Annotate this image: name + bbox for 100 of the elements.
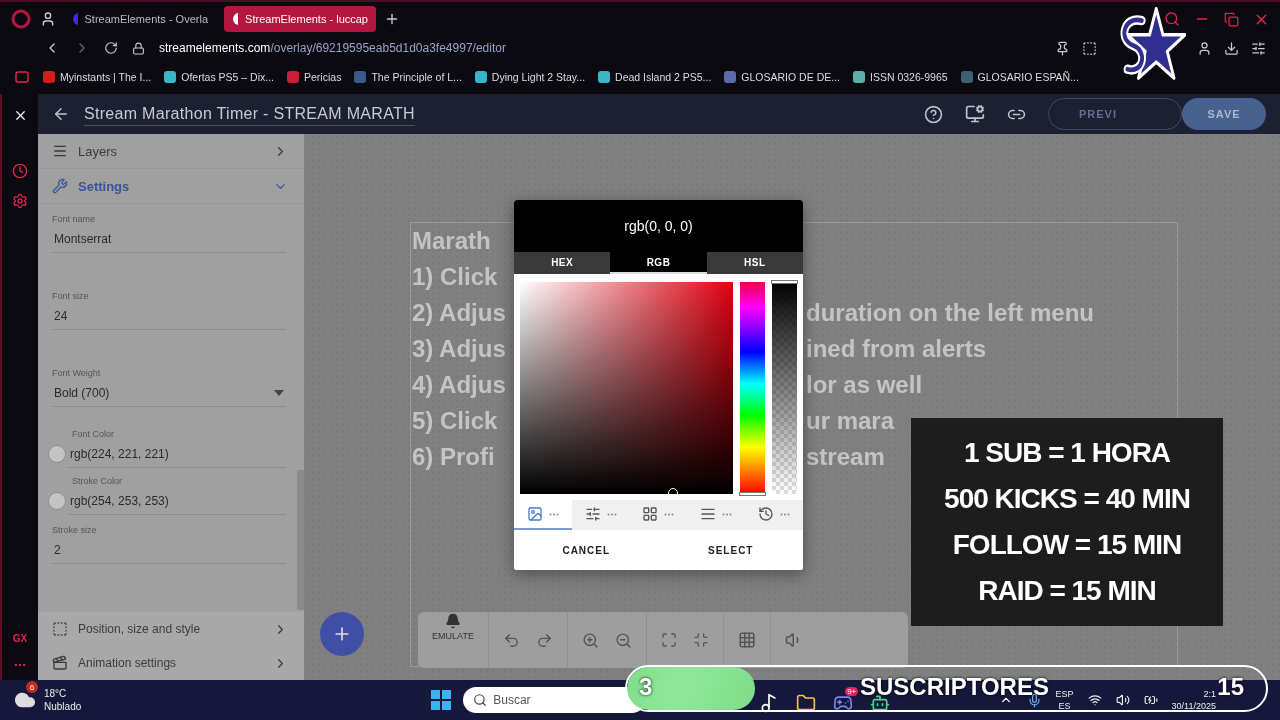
rate-text: FOLLOW = 15 MIN: [952, 528, 1182, 562]
grid-button[interactable]: [738, 631, 756, 649]
redo-button[interactable]: [536, 631, 553, 649]
input-field[interactable]: Montserrat: [52, 224, 286, 253]
dots-icon: [722, 512, 733, 516]
bookmark-link[interactable]: Ofertas PS5 – Dix...: [164, 71, 275, 83]
bookmark-link[interactable]: Myinstants | The I...: [43, 71, 152, 83]
emulate-button[interactable]: EMULATE: [418, 612, 488, 668]
hue-slider-thumb[interactable]: [739, 492, 766, 496]
favicon-icon: [72, 12, 78, 26]
lock-icon: [132, 41, 145, 55]
notification-badge: 6: [26, 681, 38, 693]
clock-text[interactable]: 2:1 30/11/2025: [1171, 688, 1216, 712]
zoom-in-button[interactable]: [582, 631, 599, 649]
cancel-button[interactable]: CANCEL: [514, 530, 659, 570]
search-icon[interactable]: [1164, 11, 1180, 27]
rate-text: RAID = 15 MIN: [978, 574, 1156, 608]
profile-icon[interactable]: [1197, 40, 1212, 56]
input-field[interactable]: 2: [52, 535, 286, 564]
alpha-slider[interactable]: [772, 282, 797, 494]
snapshot-icon[interactable]: [1082, 40, 1097, 56]
gx-logo[interactable]: GX: [12, 633, 28, 644]
wifi-icon[interactable]: [1087, 693, 1102, 707]
bookmark-link[interactable]: GLOSARIO ESPAÑ...: [960, 71, 1079, 83]
field-label: Font size: [52, 291, 90, 301]
add-button[interactable]: [320, 612, 364, 656]
zoom-out-button[interactable]: [615, 631, 632, 649]
favicon-icon: [724, 71, 737, 83]
panel-section-header[interactable]: Position, size and style: [38, 612, 304, 646]
widget-text: 6) Profi: [412, 442, 495, 472]
new-tab-button[interactable]: [384, 11, 400, 27]
palette-tab[interactable]: [514, 500, 572, 530]
scrollbar-thumb[interactable]: [297, 470, 304, 610]
hue-slider[interactable]: [740, 282, 765, 494]
browser-tab[interactable]: StreamElements - Overla: [64, 6, 216, 32]
widget-text: ined from alerts: [806, 334, 987, 364]
overlay-title-field[interactable]: Stream Marathon Timer - STREAM MARATH: [84, 102, 415, 126]
browser-logo-icon[interactable]: [10, 8, 32, 30]
reload-icon[interactable]: [104, 41, 118, 55]
dots-icon: [780, 512, 791, 516]
restore-icon[interactable]: [1224, 11, 1239, 27]
saturation-area[interactable]: [520, 282, 733, 494]
bell-icon: [445, 613, 461, 629]
list-icon: [700, 506, 717, 522]
favicon-icon: [354, 71, 367, 83]
bookmark-link[interactable]: ISSN 0326-9965: [852, 71, 948, 83]
widget-text: 1) Click: [412, 262, 498, 292]
dots-icon: [548, 512, 559, 516]
bookmark-link[interactable]: Dying Light 2 Stay...: [474, 71, 586, 83]
dropdown-caret-icon: [274, 390, 284, 396]
battery-icon[interactable]: [1143, 693, 1158, 707]
panel-section-header[interactable]: Layers: [38, 134, 304, 169]
alpha-slider-thumb[interactable]: [771, 280, 798, 284]
taskbar-app[interactable]: 9+: [833, 687, 859, 713]
sidebar-toggle-icon[interactable]: [14, 69, 30, 85]
color-value-text: rgb(0, 0, 0): [514, 200, 803, 252]
color-swatch[interactable]: [48, 444, 66, 463]
favicon-icon: [232, 12, 239, 26]
undo-button[interactable]: [503, 631, 520, 649]
rate-text: 500 KICKS = 40 MIN: [944, 482, 1190, 516]
favicon-icon: [164, 71, 177, 83]
monitor-gear-icon[interactable]: [965, 104, 985, 124]
layers-icon: [52, 143, 68, 159]
dropdown-field[interactable]: Bold (700): [52, 378, 286, 407]
pin-icon[interactable]: [1055, 40, 1070, 56]
shrink-button[interactable]: [693, 632, 709, 648]
address-field[interactable]: streamelements.com/overlay/69219595eab5d1d0a3fe4997/editor: [159, 41, 506, 55]
dots-icon: [606, 512, 617, 516]
dots-icon: [664, 512, 675, 516]
bookmark-link[interactable]: The Principle of L...: [354, 71, 462, 83]
sliders-icon: [584, 506, 601, 522]
volume-icon[interactable]: [1115, 693, 1130, 707]
bookmark-link[interactable]: GLOSARIO DE DE...: [724, 71, 840, 83]
browser-tab[interactable]: StreamElements - luccap: [224, 6, 376, 32]
face-icon[interactable]: [40, 11, 56, 27]
clock-icon[interactable]: [12, 163, 28, 179]
windows-start-icon[interactable]: [431, 690, 452, 710]
download-icon[interactable]: [1224, 40, 1239, 56]
language-indicator[interactable]: ESP ES: [1055, 688, 1074, 712]
favicon-icon: [287, 71, 300, 83]
wrench-icon: [52, 178, 68, 194]
help-icon[interactable]: [924, 104, 943, 124]
panel-section-header[interactable]: Animation settings: [38, 646, 304, 680]
settings-icon[interactable]: [1251, 40, 1266, 56]
grid-icon: [642, 506, 659, 522]
favicon-icon: [852, 71, 865, 83]
color-mode-tab[interactable]: HEX: [514, 252, 611, 274]
rate-text: 1 SUB = 1 HORA: [963, 436, 1171, 470]
color-swatch[interactable]: [48, 491, 66, 510]
weather-text: Nublado: [44, 700, 82, 713]
select-button[interactable]: SELECT: [658, 530, 803, 570]
color-mode-tab[interactable]: HSL: [706, 252, 803, 274]
bookmark-link[interactable]: Dead Island 2 PS5...: [598, 71, 712, 83]
bookmark-link[interactable]: Pericias: [287, 71, 342, 83]
color-input-field[interactable]: rgb(254, 253, 253): [68, 486, 286, 515]
clapperboard-icon: [52, 655, 68, 671]
widget-text: 2) Adjus: [412, 298, 506, 328]
favicon-icon: [960, 71, 973, 83]
color-input-field[interactable]: rgb(224, 221, 221): [68, 439, 286, 468]
input-field[interactable]: 24: [52, 301, 286, 330]
